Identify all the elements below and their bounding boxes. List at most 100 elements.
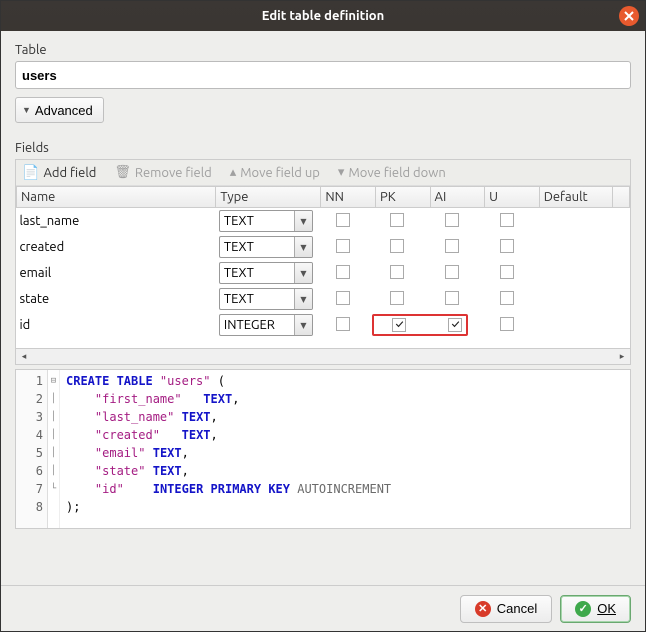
titlebar: Edit table definition: [1, 1, 645, 31]
cell-name[interactable]: created: [17, 234, 216, 260]
type-select[interactable]: INTEGER▼: [219, 314, 313, 336]
ai-checkbox[interactable]: [445, 265, 459, 279]
table-name-input[interactable]: [15, 61, 631, 89]
type-select[interactable]: TEXT▼: [219, 288, 313, 310]
chevron-down-icon[interactable]: ▼: [294, 289, 312, 309]
cell-u: [485, 234, 540, 260]
remove-icon: 🗑: [114, 165, 131, 180]
cell-ai: [430, 260, 485, 286]
cell-default[interactable]: [539, 312, 612, 338]
cell-u: [485, 208, 540, 235]
u-checkbox[interactable]: [500, 317, 514, 331]
scroll-left-icon[interactable]: ◂: [16, 349, 32, 365]
type-value: TEXT: [220, 240, 294, 254]
type-select[interactable]: TEXT▼: [219, 262, 313, 284]
pk-checkbox[interactable]: [390, 291, 404, 305]
cell-default[interactable]: [539, 260, 612, 286]
ai-checkbox[interactable]: [445, 239, 459, 253]
col-header-u[interactable]: U: [485, 187, 540, 208]
table-row[interactable]: last_nameTEXT▼: [17, 208, 630, 235]
ok-icon: ✓: [575, 601, 591, 617]
type-value: TEXT: [220, 266, 294, 280]
type-select[interactable]: TEXT▼: [219, 236, 313, 258]
scroll-right-icon[interactable]: ▸: [614, 349, 630, 365]
advanced-label: Advanced: [35, 103, 93, 118]
cell-u: [485, 286, 540, 312]
remove-field-button: 🗑 Remove field: [114, 165, 211, 180]
cell-pk: [375, 260, 430, 286]
cell-type: TEXT▼: [216, 208, 321, 235]
cell-default[interactable]: [539, 286, 612, 312]
pk-checkbox[interactable]: [390, 265, 404, 279]
row-scroll-spacer: [613, 286, 630, 312]
cell-nn: [321, 286, 376, 312]
chevron-down-icon[interactable]: ▼: [294, 315, 312, 335]
chevron-down-icon: ▼: [22, 105, 31, 115]
cell-pk: [375, 286, 430, 312]
ok-button[interactable]: ✓ OK: [560, 595, 631, 623]
cell-name[interactable]: email: [17, 260, 216, 286]
advanced-button[interactable]: ▼ Advanced: [15, 97, 104, 123]
remove-field-label: Remove field: [135, 166, 212, 180]
row-scroll-spacer: [613, 208, 630, 235]
table-row[interactable]: emailTEXT▼: [17, 260, 630, 286]
ai-checkbox[interactable]: [445, 213, 459, 227]
move-up-button: ▴ Move field up: [230, 165, 320, 180]
chevron-down-icon[interactable]: ▼: [294, 237, 312, 257]
nn-checkbox[interactable]: [336, 213, 350, 227]
type-select[interactable]: TEXT▼: [219, 210, 313, 232]
cell-name[interactable]: id: [17, 312, 216, 338]
cell-pk: [375, 208, 430, 235]
col-header-pk[interactable]: PK: [375, 187, 430, 208]
nn-checkbox[interactable]: [336, 239, 350, 253]
nn-checkbox[interactable]: [336, 317, 350, 331]
arrow-up-icon: ▴: [230, 165, 237, 180]
row-scroll-spacer: [613, 234, 630, 260]
col-header-type[interactable]: Type: [216, 187, 321, 208]
cell-nn: [321, 260, 376, 286]
sql-code[interactable]: CREATE TABLE "users" ( "first_name" TEXT…: [60, 370, 397, 528]
u-checkbox[interactable]: [500, 213, 514, 227]
nn-checkbox[interactable]: [336, 265, 350, 279]
table-row[interactable]: idINTEGER▼: [17, 312, 630, 338]
table-row[interactable]: createdTEXT▼: [17, 234, 630, 260]
move-up-label: Move field up: [240, 166, 320, 180]
hscroll[interactable]: ◂ ▸: [16, 348, 630, 364]
ok-label: OK: [597, 601, 616, 616]
sql-editor[interactable]: 12345678 ⊟│││││└ CREATE TABLE "users" ( …: [15, 369, 631, 529]
fields-grid: Name Type NN PK AI U Default last_nameTE…: [16, 186, 630, 348]
u-checkbox[interactable]: [500, 265, 514, 279]
cancel-icon: ✕: [475, 601, 491, 617]
u-checkbox[interactable]: [500, 291, 514, 305]
chevron-down-icon[interactable]: ▼: [294, 211, 312, 231]
ai-checkbox[interactable]: [448, 318, 462, 332]
col-header-default[interactable]: Default: [539, 187, 612, 208]
cell-name[interactable]: state: [17, 286, 216, 312]
table-row[interactable]: stateTEXT▼: [17, 286, 630, 312]
col-header-ai[interactable]: AI: [430, 187, 485, 208]
add-field-button[interactable]: 📄 Add field: [22, 164, 96, 181]
move-down-label: Move field down: [348, 166, 445, 180]
pk-checkbox[interactable]: [390, 239, 404, 253]
cell-default[interactable]: [539, 234, 612, 260]
pk-checkbox[interactable]: [392, 318, 406, 332]
nn-checkbox[interactable]: [336, 291, 350, 305]
col-header-nn[interactable]: NN: [321, 187, 376, 208]
arrow-down-icon: ▾: [338, 165, 345, 180]
cell-name[interactable]: last_name: [17, 208, 216, 235]
cell-type: TEXT▼: [216, 234, 321, 260]
cell-type: TEXT▼: [216, 286, 321, 312]
cell-default[interactable]: [539, 208, 612, 235]
pk-checkbox[interactable]: [390, 213, 404, 227]
ai-checkbox[interactable]: [445, 291, 459, 305]
cancel-label: Cancel: [497, 601, 537, 616]
close-button[interactable]: [619, 6, 639, 26]
row-scroll-spacer: [613, 312, 630, 338]
cancel-button[interactable]: ✕ Cancel: [460, 595, 552, 623]
chevron-down-icon[interactable]: ▼: [294, 263, 312, 283]
cell-ai: [430, 208, 485, 235]
u-checkbox[interactable]: [500, 239, 514, 253]
col-header-name[interactable]: Name: [17, 187, 216, 208]
cell-type: TEXT▼: [216, 260, 321, 286]
add-icon: 📄: [22, 164, 39, 181]
